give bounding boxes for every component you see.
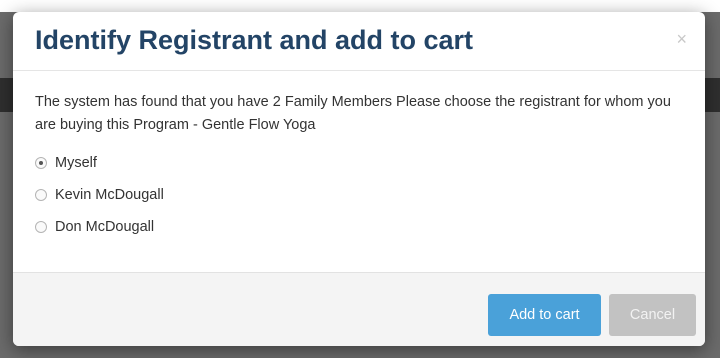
modal-header: Identify Registrant and add to cart × — [13, 12, 705, 71]
radio-don-mcdougall[interactable] — [35, 221, 47, 233]
modal-body: The system has found that you have 2 Fam… — [13, 91, 705, 239]
modal-footer: Add to cart Cancel — [13, 272, 705, 346]
option-label: Myself — [55, 155, 97, 171]
radio-kevin-mcdougall[interactable] — [35, 189, 47, 201]
option-label: Don McDougall — [55, 219, 155, 235]
modal-title: Identify Registrant and add to cart — [35, 25, 474, 55]
option-label: Kevin McDougall — [55, 187, 164, 203]
background-page-strip — [0, 0, 720, 12]
identify-registrant-dialog: Identify Registrant and add to cart × Th… — [13, 12, 705, 346]
option-myself[interactable]: Myself — [35, 151, 683, 175]
option-don-mcdougall[interactable]: Don McDougall — [35, 215, 683, 239]
option-kevin-mcdougall[interactable]: Kevin McDougall — [35, 183, 683, 207]
registrant-message: The system has found that you have 2 Fam… — [35, 94, 671, 133]
close-icon[interactable]: × — [676, 30, 687, 48]
registrant-options: Myself Kevin McDougall Don McDougall — [35, 151, 683, 239]
add-to-cart-button[interactable]: Add to cart — [488, 294, 601, 336]
radio-myself[interactable] — [35, 157, 47, 169]
cancel-button[interactable]: Cancel — [609, 294, 696, 336]
